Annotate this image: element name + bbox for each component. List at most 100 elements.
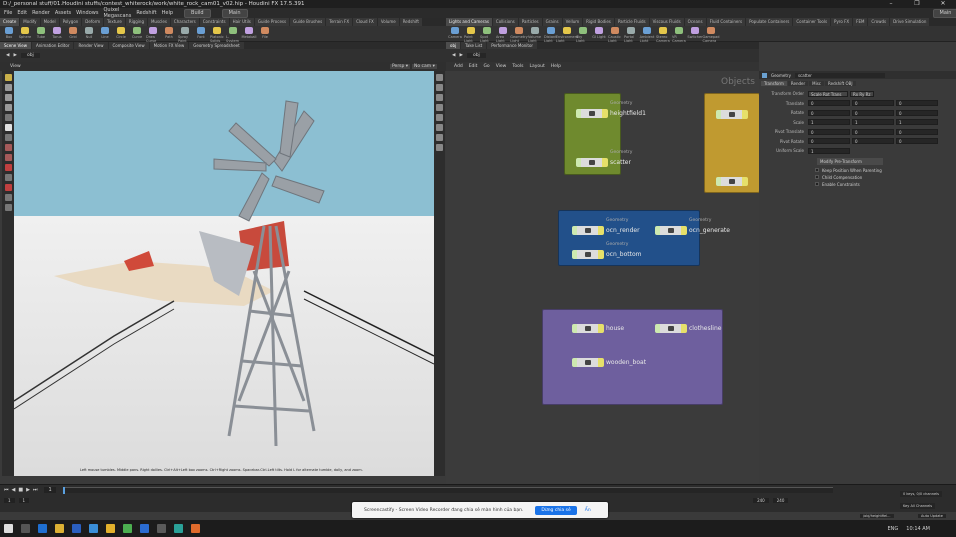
back-arrow-icon[interactable]: ◀ — [452, 53, 455, 58]
param-field[interactable]: 0 — [808, 128, 850, 135]
shelf-tool[interactable]: Path — [162, 27, 176, 43]
shelf-tool[interactable]: Spot Light — [480, 27, 494, 43]
node-ocn-generate[interactable]: Geometry ocn_generate — [655, 218, 730, 235]
menu-assets[interactable]: Assets — [55, 10, 71, 16]
node-ocn-render[interactable]: Geometry ocn_render — [572, 218, 640, 235]
playhead[interactable] — [62, 487, 65, 494]
node-ocn-bottom[interactable]: Geometry ocn_bottom — [572, 242, 641, 259]
node-body[interactable] — [576, 158, 608, 167]
shelf-tool[interactable]: Draw Curve — [146, 27, 160, 43]
shelf-tool[interactable]: Gamepad Camera — [703, 27, 720, 43]
shelf-tab[interactable]: Populate Containers — [746, 18, 793, 26]
pane-tab[interactable]: Scene View — [0, 42, 31, 49]
shelf-tab[interactable]: Fluid Containers — [706, 18, 746, 26]
shelf-tab[interactable]: Guide Brushes — [290, 18, 326, 26]
shelf-tab[interactable]: Hair Utils — [229, 18, 254, 26]
edge-icon[interactable] — [38, 524, 47, 533]
network-editor[interactable]: Objects Geometry heightfield1 Geometry s… — [446, 71, 759, 484]
shelf-tool[interactable]: Null — [82, 27, 96, 43]
checkbox[interactable] — [815, 168, 819, 172]
shelf-tab[interactable]: Model — [40, 18, 59, 26]
normals-icon[interactable] — [436, 134, 443, 141]
param-field[interactable]: 0 — [896, 138, 938, 145]
shelf-tool[interactable]: Ambient Light — [640, 27, 654, 43]
shelf-tab[interactable]: Volume — [377, 18, 399, 26]
param-checkbox-row[interactable]: Enable Constraints — [759, 181, 956, 188]
shelf-tab[interactable]: Oceans — [684, 18, 706, 26]
lighting-icon[interactable] — [436, 104, 443, 111]
param-field[interactable]: 0 — [896, 100, 938, 107]
shelf-tool[interactable]: Tube — [34, 27, 48, 43]
shelf-tab[interactable]: Guide Process — [254, 18, 290, 26]
shelf-tool[interactable]: Point Light — [464, 27, 478, 43]
shelf-tab[interactable]: Redshift — [399, 18, 422, 26]
shelf-tool[interactable]: Portal Light — [624, 27, 638, 43]
object-path-field[interactable]: /obj/heightfiel... — [860, 514, 894, 518]
shelf-tab[interactable]: Constraints — [199, 18, 229, 26]
back-arrow-icon[interactable]: ◀ — [6, 53, 9, 58]
shelf-tab[interactable]: Vellum — [562, 18, 583, 26]
node-house[interactable]: house — [572, 324, 624, 333]
pane-tab[interactable]: Render View — [74, 42, 108, 49]
key-all-channels-button[interactable]: Key All Channels — [900, 503, 936, 509]
shelf-tab[interactable]: Texture — [104, 18, 125, 26]
param-field[interactable]: 0 — [852, 138, 894, 145]
shelf-tool[interactable]: VR Camera — [672, 27, 686, 43]
network-menu-item[interactable]: Tools — [512, 64, 523, 69]
node-body[interactable] — [572, 250, 604, 259]
app-icon[interactable] — [140, 524, 149, 533]
shelf-tab[interactable]: Pyro FX — [831, 18, 853, 26]
node-body[interactable] — [572, 358, 604, 367]
stop-icon[interactable]: ■ — [18, 487, 23, 493]
network-menu-item[interactable]: Go — [483, 64, 489, 69]
obj-path[interactable]: obj — [20, 53, 40, 58]
param-checkbox-row[interactable]: Keep Position When Parenting — [759, 167, 956, 174]
paint-tool-icon[interactable] — [4, 154, 12, 161]
menu-render[interactable]: Render — [32, 10, 50, 16]
param-field[interactable]: 1 — [896, 119, 938, 126]
range-end-field[interactable]: 240 — [753, 497, 769, 503]
param-field[interactable]: 0 — [896, 128, 938, 135]
shelf-tool[interactable]: Platonic Solids — [210, 27, 224, 43]
shelf-tab[interactable]: Characters — [170, 18, 199, 26]
shelf-tab[interactable]: Grains — [542, 18, 562, 26]
windows-start-icon[interactable] — [4, 524, 13, 533]
forward-arrow-icon[interactable]: ▶ — [13, 53, 16, 58]
shelf-tab[interactable]: Rigid Bodies — [583, 18, 614, 26]
shelf-tool[interactable]: Grid — [66, 27, 80, 43]
menu-redshift[interactable]: Redshift — [136, 10, 156, 16]
shelf-tool[interactable]: Stereo Camera — [656, 27, 670, 43]
shaded-icon[interactable] — [436, 94, 443, 101]
minimize-button[interactable]: – — [878, 0, 904, 8]
param-field[interactable]: 1 — [852, 119, 894, 126]
scale-tool-icon[interactable] — [4, 104, 12, 111]
persp-menu[interactable]: Persp ▾ — [390, 64, 411, 69]
shelf-tool[interactable]: Area Light — [496, 27, 510, 43]
grid-icon[interactable] — [436, 114, 443, 121]
modify-pretransform-button[interactable]: Modify Pre-Transform — [817, 157, 883, 165]
shelf-tool[interactable]: GI Light — [592, 27, 606, 43]
node-body[interactable] — [576, 109, 608, 118]
app-icon[interactable] — [72, 524, 81, 533]
shelf-tab[interactable]: Drive Simulation — [890, 18, 930, 26]
shelf-tab[interactable]: Crowds — [868, 18, 890, 26]
shelf-tool[interactable]: Sphere — [18, 27, 32, 43]
shelf-tool[interactable]: Line — [98, 27, 112, 43]
node-body[interactable] — [572, 324, 604, 333]
shelf-tab[interactable]: Terrain FX — [326, 18, 353, 26]
rotate-tool-icon[interactable] — [4, 94, 12, 101]
param-checkbox-row[interactable]: Child Compensation — [759, 174, 956, 181]
stop-sharing-button[interactable]: Dừng chia sẻ — [535, 505, 577, 515]
param-menu[interactable]: Scale Rot Trans — [808, 90, 848, 97]
close-button[interactable]: ✕ — [930, 0, 956, 8]
param-field[interactable]: 0 — [852, 128, 894, 135]
shelf-tab[interactable]: Rigging — [125, 18, 147, 26]
app-icon[interactable] — [106, 524, 115, 533]
param-field[interactable]: 0 — [808, 109, 850, 116]
shelf-tab[interactable]: Container Tools — [793, 18, 831, 26]
shelf-tab[interactable]: Particle Fluids — [614, 18, 649, 26]
prev-key-icon[interactable]: ◀ — [12, 487, 16, 493]
node-scatter[interactable]: Geometry scatter — [576, 150, 632, 167]
param-field[interactable]: 0 — [852, 109, 894, 116]
handle-tool-icon[interactable] — [4, 114, 12, 121]
